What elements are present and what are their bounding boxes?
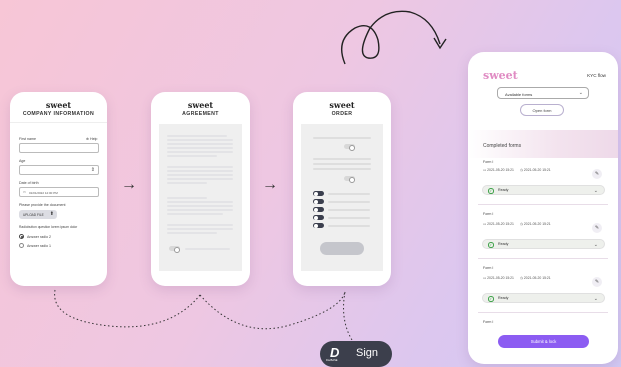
- option-toggle[interactable]: [313, 199, 324, 204]
- edit-icon[interactable]: ✎: [592, 223, 602, 233]
- phone-order: sweet ORDER: [293, 92, 391, 286]
- chevron-down-icon: ⌄: [578, 90, 583, 96]
- clock-icon: ◷: [520, 222, 523, 226]
- form-date-start: ▭ 2021-05-20 15:21: [483, 168, 514, 172]
- status-select[interactable]: ✓ Ready ⌄: [482, 293, 605, 303]
- sign-label: Sign: [356, 347, 379, 359]
- clock-icon: ◷: [520, 276, 523, 280]
- sweet-logo: sweet: [187, 100, 214, 110]
- form-date-start: ▭ 2021-05-20 15:21: [483, 276, 514, 280]
- check-circle-icon: ✓: [488, 296, 494, 302]
- page-title: ORDER: [331, 111, 353, 117]
- form-name: Form I: [483, 266, 494, 270]
- radio-button[interactable]: [19, 243, 24, 248]
- upload-icon: ⬆: [49, 211, 54, 217]
- option-toggle[interactable]: [313, 207, 324, 212]
- calendar-icon: ▭: [483, 276, 487, 280]
- clock-icon: ◷: [520, 168, 523, 172]
- form-date-end: ◷ 2021-05-20 15:21: [520, 222, 551, 226]
- age-field[interactable]: ⇕: [19, 165, 99, 175]
- form-name: Form I: [483, 320, 494, 324]
- radio-label-1: Answer radio 2: [27, 234, 51, 239]
- form-name: Form I: [483, 160, 494, 164]
- stepper-icon[interactable]: ⇕: [91, 167, 95, 173]
- calendar-icon: ▭: [483, 222, 487, 226]
- status-select[interactable]: ✓ Ready ⌄: [482, 185, 605, 195]
- age-label: Age: [19, 159, 26, 163]
- order-toggle[interactable]: [344, 144, 355, 151]
- form-date-end: ◷ 2021-05-20 15:21: [520, 276, 551, 280]
- available-forms-select[interactable]: Available forms ⌄: [497, 87, 589, 99]
- arrow-right-icon: →: [121, 176, 137, 193]
- order-area: [301, 124, 383, 271]
- help-icon: ⊕: [86, 137, 90, 141]
- order-submit-button[interactable]: [320, 242, 364, 255]
- phone-company-information: sweet COMPANY INFORMATION First name ⊕ H…: [10, 92, 107, 286]
- submit-lock-button[interactable]: Submit & lock: [498, 335, 589, 348]
- chevron-down-icon: ⌄: [593, 242, 598, 248]
- edit-icon[interactable]: ✎: [592, 277, 602, 287]
- docbase-logo-icon: D: [330, 345, 340, 360]
- arrow-right-icon: →: [262, 176, 278, 193]
- divider: [10, 122, 107, 123]
- header-right-label: KYC flow: [587, 73, 606, 78]
- accept-toggle[interactable]: [169, 246, 180, 253]
- upload-file-button[interactable]: UPLOAD FILE ⬆: [19, 210, 57, 219]
- calendar-icon: ▭: [23, 190, 26, 194]
- chevron-down-icon: ⌄: [593, 188, 598, 194]
- dob-field[interactable]: ▭ 01/01/2022 12:00 PM: [19, 187, 99, 197]
- calendar-icon: ▭: [483, 168, 487, 172]
- option-toggle[interactable]: [313, 215, 324, 220]
- completed-forms-header: Completed forms: [468, 130, 618, 158]
- radio-question-label: Radiobutton question lorem ipsum dolor: [19, 225, 78, 229]
- check-circle-icon: ✓: [488, 242, 494, 248]
- page-title: COMPANY INFORMATION: [22, 111, 95, 117]
- help-label: ⊕ Help: [86, 137, 98, 141]
- form-name: Form I: [483, 212, 494, 216]
- check-circle-icon: ✓: [488, 188, 494, 194]
- dob-label: Date of birth: [19, 181, 39, 185]
- kyc-flow-panel: sweet KYC flow Available forms ⌄ Open fo…: [468, 52, 618, 364]
- first-name-label: First name: [19, 137, 36, 141]
- sign-badge[interactable]: D DocBASE Sign: [320, 341, 392, 367]
- status-select[interactable]: ✓ Ready ⌄: [482, 239, 605, 249]
- page-title: AGREEMENT: [182, 111, 219, 117]
- first-name-field[interactable]: [19, 143, 99, 153]
- sweet-logo: sweet: [483, 69, 518, 82]
- completed-forms-title: Completed forms: [483, 143, 522, 149]
- chevron-down-icon: ⌄: [593, 296, 598, 302]
- form-date-start: ▭ 2021-05-20 15:21: [483, 222, 514, 226]
- open-form-button[interactable]: Open form: [520, 104, 564, 116]
- radio-button-checked[interactable]: [19, 234, 24, 239]
- sweet-logo: sweet: [45, 100, 72, 110]
- order-toggle[interactable]: [344, 176, 355, 183]
- edit-icon[interactable]: ✎: [592, 169, 602, 179]
- form-date-end: ◷ 2021-05-20 15:21: [520, 168, 551, 172]
- phone-agreement: sweet AGREEMENT: [151, 92, 250, 286]
- option-toggle[interactable]: [313, 223, 324, 228]
- option-toggle[interactable]: [313, 191, 324, 196]
- sweet-logo: sweet: [329, 100, 355, 110]
- provide-doc-label: Please provide the document: [19, 203, 66, 207]
- radio-label-2: Answer radio 1: [27, 243, 51, 248]
- agreement-text-area: [159, 124, 242, 271]
